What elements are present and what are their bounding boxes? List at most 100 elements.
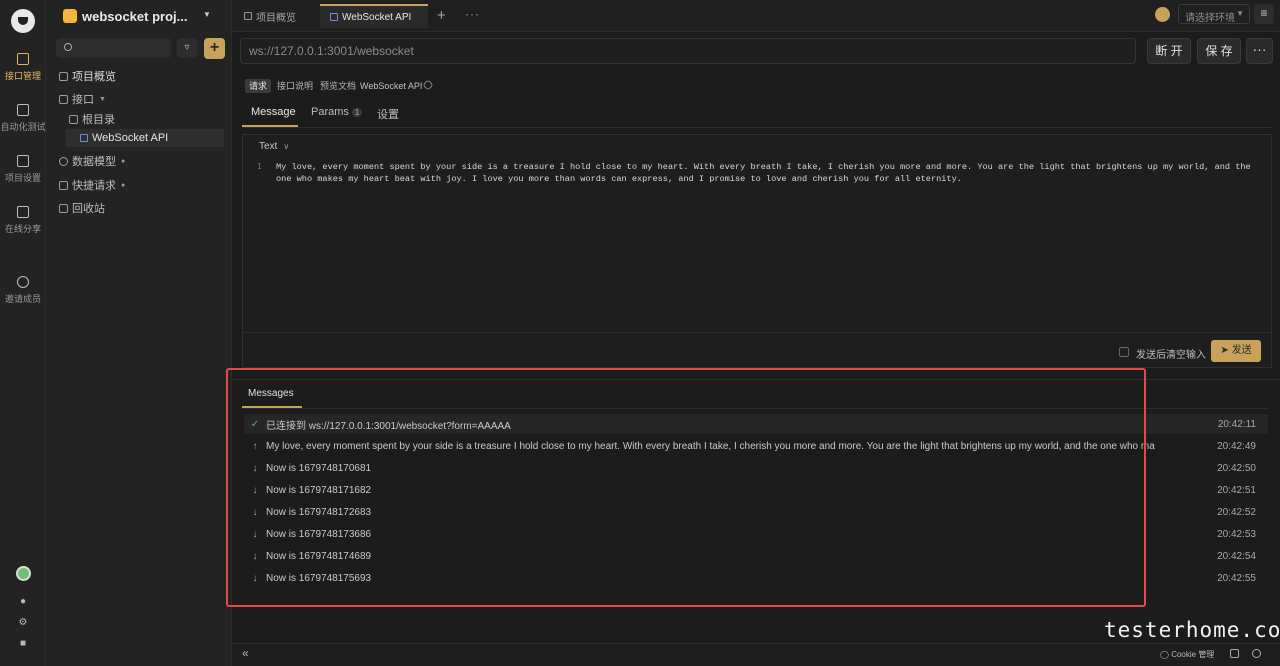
message-time: 20:42:49 — [1217, 440, 1256, 452]
bell-icon[interactable]: ● — [18, 597, 28, 607]
send-button[interactable]: ➤ 发送 — [1211, 340, 1261, 362]
dot-icon: ● — [121, 181, 126, 189]
folder-icon — [59, 94, 68, 104]
plus-icon: + — [209, 39, 220, 56]
sidebar-item-trash[interactable]: 回收站 — [59, 199, 105, 217]
overview-icon — [59, 71, 68, 81]
send-label: 发送 — [1231, 345, 1252, 356]
message-text-area[interactable]: My love, every moment spent by your side… — [276, 161, 1251, 185]
divider — [243, 332, 1271, 333]
sidebar-item-root-folder[interactable]: 根目录 — [69, 110, 115, 128]
rail-item-project-settings[interactable]: 项目设置 — [0, 155, 46, 184]
overview-icon — [244, 12, 252, 20]
search-input[interactable] — [80, 40, 166, 56]
tab-settings[interactable]: 设置 — [377, 106, 399, 126]
rail-item-automation[interactable]: 自动化测试 — [0, 104, 46, 133]
project-switcher[interactable]: websocket proj... ▼ — [63, 6, 211, 26]
gear-icon[interactable]: ⚙ — [18, 618, 28, 628]
hamburger-menu-button[interactable]: ≡ — [1254, 4, 1274, 24]
add-button[interactable]: + — [204, 38, 225, 59]
url-input[interactable] — [240, 38, 1136, 64]
chevron-down-icon: ∨ — [283, 142, 290, 151]
link-icon[interactable] — [422, 79, 434, 91]
tab-websocket-api[interactable]: WebSocket API — [320, 4, 428, 28]
cookie-manager-button[interactable]: ◯ Cookie 管理 — [1160, 649, 1214, 660]
format-select[interactable]: Text ∨ — [259, 141, 289, 152]
app-logo[interactable] — [11, 9, 35, 33]
message-time: 20:42:51 — [1217, 484, 1256, 496]
tab-params-label: Params — [311, 106, 349, 118]
highlight-annotation-box — [226, 368, 1146, 607]
message-time: 20:42:54 — [1217, 550, 1256, 562]
sidebar-item-data-models[interactable]: 数据模型 ● — [59, 152, 125, 170]
project-logo-icon — [63, 9, 77, 23]
format-label: Text — [259, 141, 278, 152]
rail-item-label: 在线分享 — [4, 224, 41, 234]
message-time: 20:42:50 — [1217, 462, 1256, 474]
rail-item-label: 邀请成员 — [4, 294, 41, 304]
clear-after-send-label: 发送后清空输入 — [1136, 350, 1206, 361]
invite-icon — [17, 276, 29, 288]
project-settings-icon — [17, 155, 29, 167]
more-tabs-icon[interactable]: ··· — [465, 7, 480, 21]
rail-item-label: 接口管理 — [4, 71, 41, 81]
message-time: 20:42:55 — [1217, 572, 1256, 584]
chip-preview-doc[interactable]: 预览文档 — [316, 79, 360, 93]
search-box — [56, 38, 171, 58]
line-number: 1 — [257, 162, 262, 171]
disconnect-button[interactable]: 断 开 — [1147, 38, 1191, 64]
filter-icon: ▿ — [184, 42, 190, 53]
rail-item-label: 项目设置 — [4, 173, 41, 183]
filter-button[interactable]: ▿ — [177, 38, 197, 58]
environment-select[interactable]: 请选择环境 ▼ — [1178, 4, 1250, 24]
cookie-label: Cookie 管理 — [1171, 650, 1215, 659]
rail-item-label: 自动化测试 — [0, 122, 46, 132]
status-footer: « ◯ Cookie 管理 — [232, 643, 1280, 666]
chip-api-description[interactable]: 接口说明 — [273, 79, 317, 93]
help-icon[interactable]: ■ — [18, 639, 28, 649]
tab-label: 项目概览 — [256, 12, 296, 24]
trash-icon — [59, 203, 68, 213]
rail-item-share[interactable]: 在线分享 — [0, 206, 46, 235]
sidebar-item-websocket-api[interactable]: WebSocket API — [66, 129, 224, 147]
tree-label: 接口 — [72, 94, 94, 106]
rail-item-invite[interactable]: 邀请成员 — [0, 276, 46, 305]
message-editor: Text ∨ 1 My love, every moment spent by y… — [242, 134, 1272, 368]
cube-icon — [59, 156, 68, 166]
tree-label: 数据模型 — [72, 156, 116, 168]
tab-label: WebSocket API — [342, 11, 412, 23]
shirt-icon[interactable] — [1230, 649, 1239, 658]
websocket-icon — [330, 13, 338, 21]
chevron-down-icon: ▼ — [1236, 9, 1244, 18]
help-circle-icon[interactable] — [1252, 649, 1261, 658]
caret-down-icon: ▼ — [99, 95, 106, 103]
new-tab-button[interactable]: + — [437, 7, 446, 24]
env-avatar-icon[interactable] — [1155, 7, 1170, 22]
sidebar-item-overview[interactable]: 项目概览 — [59, 67, 116, 85]
divider — [242, 127, 1272, 128]
tree-label: 快捷请求 — [72, 180, 116, 192]
more-options-button[interactable]: ··· — [1246, 38, 1273, 64]
tab-message[interactable]: Message — [251, 106, 296, 126]
tab-bar: 项目概览 WebSocket API + ··· 请选择环境 ▼ ≡ — [232, 0, 1280, 32]
rail-item-api-management[interactable]: 接口管理 — [0, 53, 46, 82]
message-time: 20:42:11 — [1217, 418, 1256, 430]
left-rail: 接口管理 自动化测试 项目设置 在线分享 邀请成员 ● ⚙ ■ — [0, 0, 46, 666]
clear-after-send-checkbox[interactable] — [1119, 347, 1129, 357]
sidebar-item-interfaces[interactable]: 接口 ▼ — [59, 90, 106, 108]
chip-request[interactable]: 请求 — [245, 79, 272, 93]
quick-request-icon — [59, 180, 68, 190]
folder-open-icon — [69, 114, 78, 124]
websocket-icon — [80, 134, 88, 142]
tab-project-overview[interactable]: 项目概览 — [234, 4, 306, 28]
sidebar-item-quick-requests[interactable]: 快捷请求 ● — [59, 176, 125, 194]
user-avatar[interactable] — [16, 566, 31, 581]
collapse-sidebar-icon[interactable]: « — [242, 646, 249, 660]
tab-params[interactable]: Params 1 — [311, 106, 363, 126]
cookie-icon: ◯ — [1160, 650, 1172, 659]
watermark: testerhome.com — [1104, 618, 1280, 642]
automation-icon — [17, 104, 29, 116]
save-button[interactable]: 保 存 — [1197, 38, 1241, 64]
project-name: websocket proj... — [82, 8, 188, 24]
share-icon — [17, 206, 29, 218]
